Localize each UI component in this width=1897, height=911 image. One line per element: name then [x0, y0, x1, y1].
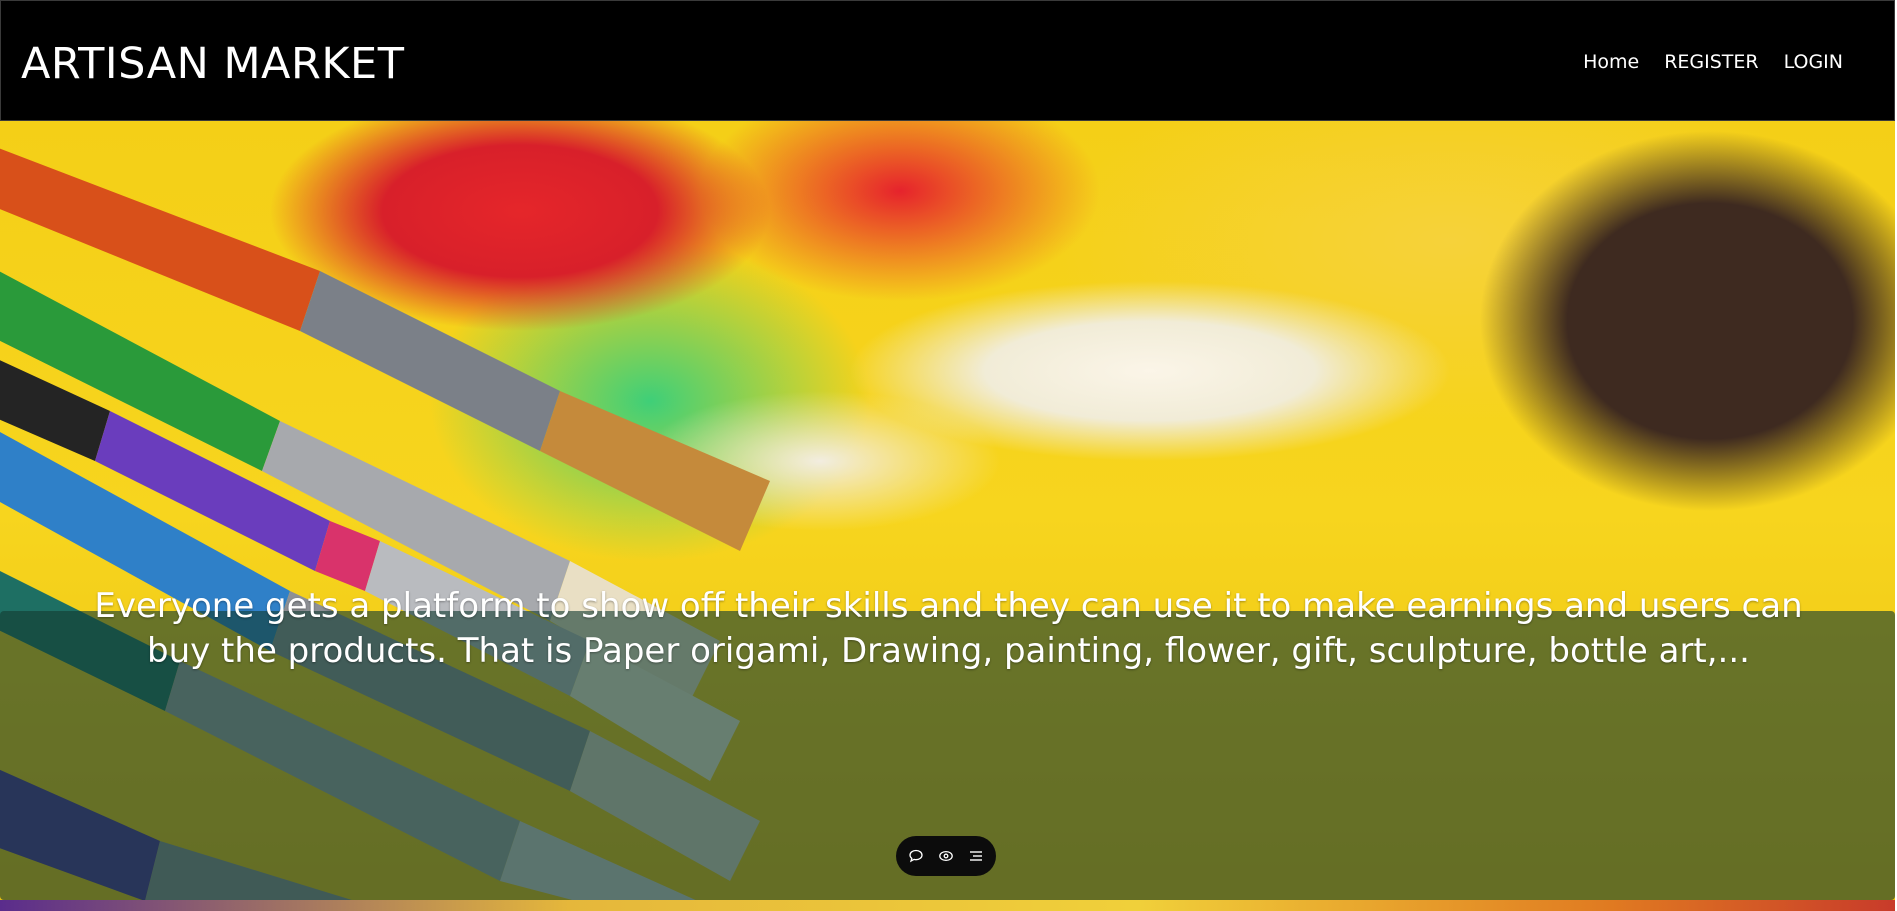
nav-link-register[interactable]: REGISTER	[1664, 50, 1758, 74]
nav-link-login[interactable]: LOGIN	[1784, 50, 1843, 74]
comment-icon[interactable]	[906, 846, 926, 866]
navbar: ARTISAN MARKET Home REGISTER LOGIN	[0, 0, 1895, 121]
menu-lines-icon[interactable]	[966, 846, 986, 866]
floating-widget	[896, 836, 996, 876]
next-slide-strip	[0, 900, 1895, 911]
brand-logo[interactable]: ARTISAN MARKET	[21, 39, 404, 89]
nav-link-home[interactable]: Home	[1583, 50, 1639, 74]
nav-links: Home REGISTER LOGIN	[1583, 50, 1843, 74]
hero-caption: Everyone gets a platform to show off the…	[94, 586, 1803, 671]
hero-banner	[0, 121, 1895, 911]
eye-icon[interactable]	[936, 846, 956, 866]
